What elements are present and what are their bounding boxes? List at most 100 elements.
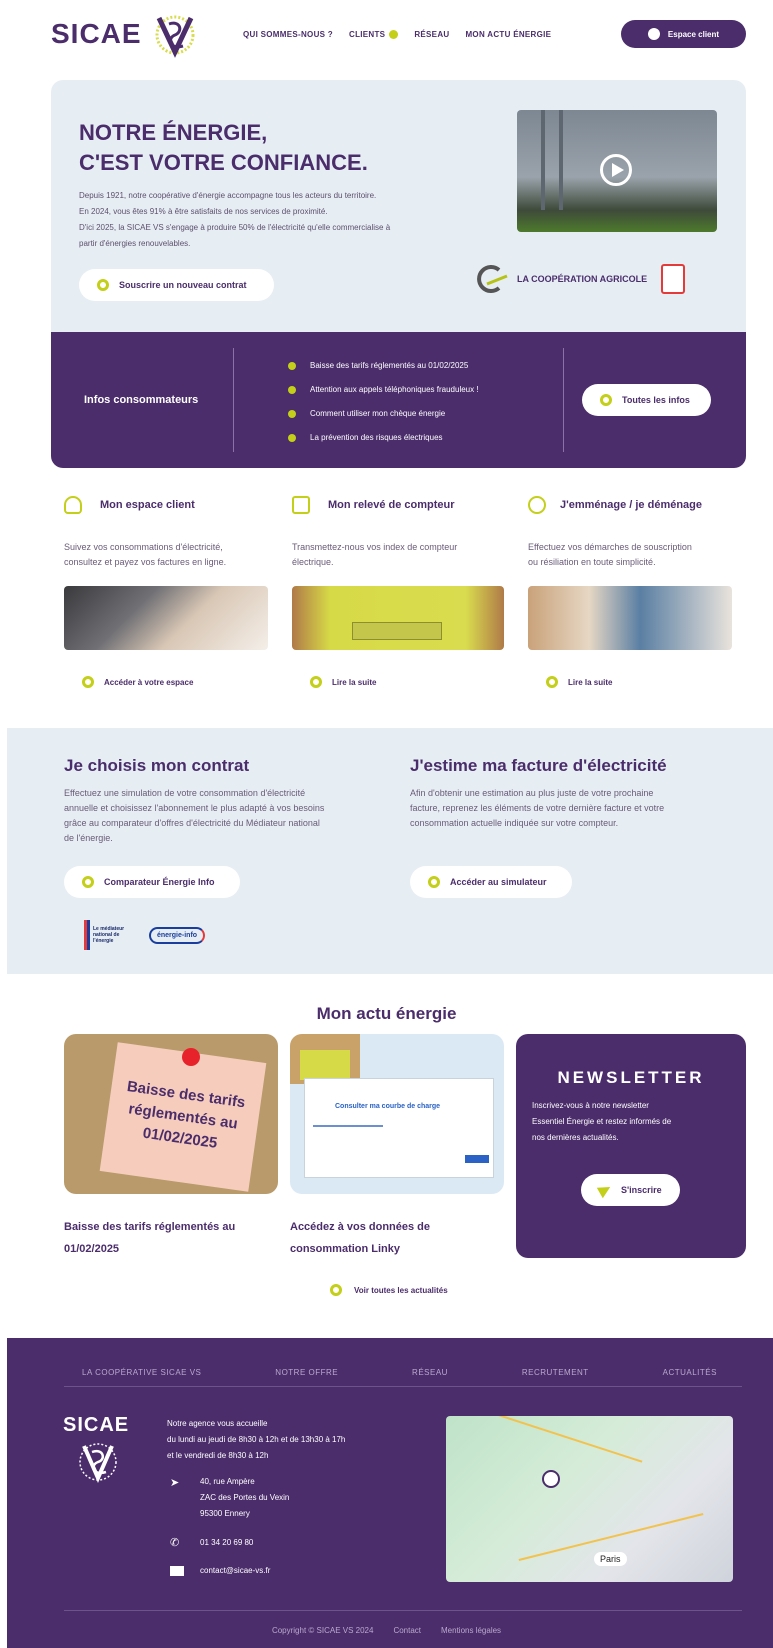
chevron-down-icon[interactable] — [389, 30, 399, 39]
news-title-tarifs[interactable]: Baisse des tarifs réglementés au 01/02/2… — [64, 1216, 235, 1260]
card-link[interactable]: Lire la suite — [546, 676, 612, 688]
footer-email[interactable]: contact@sicae-vs.fr — [200, 1566, 270, 1575]
play-icon[interactable] — [600, 154, 632, 186]
info-link[interactable]: Comment utiliser mon chèque énergie — [310, 402, 445, 426]
contract-text-line: annuelle et choisissez l'abonnement le p… — [64, 803, 325, 813]
card-link-label: Lire la suite — [332, 677, 377, 687]
main-nav: QUI SOMMES-NOUS ? CLIENTS RÉSEAU MON ACT… — [243, 30, 551, 39]
footer-nav-actualites[interactable]: ACTUALITÉS — [663, 1368, 717, 1377]
news-title-linky[interactable]: Accédez à vos données de consommation Li… — [290, 1216, 430, 1260]
address-line: 40, rue Ampère — [200, 1477, 255, 1486]
toutes-infos-button[interactable]: Toutes les infos — [582, 384, 711, 416]
hours-line: du lundi au jeudi de 8h30 à 12h et de 13… — [167, 1435, 346, 1444]
simulateur-button[interactable]: Accéder au simulateur — [410, 866, 572, 898]
footer-nav-reseau[interactable]: RÉSEAU — [412, 1368, 448, 1377]
contract-text-line: grâce au comparateur d'offres d'électric… — [64, 818, 320, 828]
sticky-note: Baisse des tarifs réglementés au 01/02/2… — [99, 1042, 267, 1192]
map[interactable]: Paris — [446, 1416, 733, 1582]
sinscrire-button[interactable]: S'inscrire — [581, 1174, 680, 1206]
info-link[interactable]: Baisse des tarifs réglementés au 01/02/2… — [310, 354, 468, 378]
nav-qui-sommes-nous[interactable]: QUI SOMMES-NOUS ? — [243, 30, 333, 39]
hero-video[interactable] — [517, 110, 717, 232]
card-title[interactable]: Mon relevé de compteur — [328, 499, 455, 511]
plus-circle-icon — [600, 394, 612, 406]
info-link[interactable]: La prévention des risques électriques — [310, 426, 443, 450]
phone-icon: ✆ — [170, 1537, 180, 1549]
mail-icon — [170, 1566, 184, 1576]
nav-reseau[interactable]: RÉSEAU — [414, 30, 449, 39]
card-text-line: Suivez vos consommations d'électricité, — [64, 542, 223, 552]
divider — [64, 1610, 742, 1611]
all-news-link[interactable]: Voir toutes les actualités — [330, 1284, 448, 1296]
meter-photo — [292, 586, 504, 650]
contract-text: Effectuez une simulation de votre consom… — [64, 786, 384, 846]
card-title[interactable]: Mon espace client — [100, 499, 195, 511]
card-link[interactable]: Accéder à votre espace — [82, 676, 193, 688]
map-label: Paris — [594, 1552, 627, 1566]
bullet-icon — [288, 362, 296, 370]
infos-list: Baisse des tarifs réglementés au 01/02/2… — [288, 354, 479, 450]
estimate-title: J'estime ma facture d'électricité — [410, 756, 667, 775]
newsletter-text: Inscrivez-vous à notre newsletter Essent… — [532, 1098, 671, 1146]
estimate-text-line: consommation actuelle indiquée sur votre… — [410, 818, 619, 828]
footer-logo-emblem-icon — [76, 1440, 120, 1484]
hero-title-line1: NOTRE ÉNERGIE, — [79, 120, 268, 145]
hero-text: Depuis 1921, notre coopérative d'énergie… — [79, 188, 489, 252]
footer-logo[interactable]: SICAE — [63, 1414, 129, 1437]
news-title-line: Accédez à vos données de — [290, 1221, 430, 1233]
newsletter-text-line: Inscrivez-vous à notre newsletter — [532, 1101, 649, 1110]
footer-nav-cooperative[interactable]: LA COOPÉRATIVE SICAE VS — [82, 1368, 201, 1377]
badge-icon — [661, 264, 686, 294]
contract-text-line: Effectuez une simulation de votre consom… — [64, 788, 306, 798]
location-icon: ➤ — [170, 1477, 180, 1489]
news-title-line: Baisse des tarifs réglementés au — [64, 1221, 236, 1233]
comparateur-label: Comparateur Énergie Info — [104, 877, 215, 887]
nav-mon-actu-energie[interactable]: MON ACTU ÉNERGIE — [465, 30, 551, 39]
news-image-tarifs[interactable]: Baisse des tarifs réglementés au 01/02/2… — [64, 1034, 278, 1194]
footer-nav: LA COOPÉRATIVE SICAE VS NOTRE OFFRE RÉSE… — [82, 1368, 717, 1377]
card-text-line: ou résiliation en toute simplicité. — [528, 557, 656, 567]
newsletter-title: NEWSLETTER — [557, 1068, 705, 1087]
divider — [563, 348, 564, 452]
hero-title: NOTRE ÉNERGIE, C'EST VOTRE CONFIANCE. — [79, 118, 368, 178]
copyright: Copyright © SICAE VS 2024 — [271, 1626, 374, 1635]
list-item[interactable]: Comment utiliser mon chèque énergie — [288, 402, 479, 426]
card-espace-client-header: Mon espace client — [64, 496, 195, 514]
legal-link[interactable]: Mentions légales — [441, 1626, 501, 1635]
partner-name: LA COOPÉRATION AGRICOLE — [517, 274, 648, 284]
estimate-text-line: facture, reprenez les éléments de votre … — [410, 803, 665, 813]
footer-nav-offre[interactable]: NOTRE OFFRE — [275, 1368, 338, 1377]
user-icon — [64, 496, 82, 514]
contact-link[interactable]: Contact — [393, 1626, 421, 1635]
info-link[interactable]: Attention aux appels téléphoniques fraud… — [310, 378, 479, 402]
mediateur-logo: Le médiateur national de l'énergie — [84, 920, 141, 950]
logo-emblem-icon[interactable] — [153, 12, 197, 58]
card-title[interactable]: J'emménage / je déménage — [560, 499, 702, 511]
card-demenage-header: J'emménage / je déménage — [528, 496, 702, 514]
card-link[interactable]: Lire la suite — [310, 676, 376, 688]
card-releve-header: Mon relevé de compteur — [292, 496, 455, 514]
footer-phone[interactable]: 01 34 20 69 80 — [200, 1538, 253, 1547]
comparateur-button[interactable]: Comparateur Énergie Info — [64, 866, 240, 898]
hero-title-line2: C'EST VOTRE CONFIANCE. — [79, 150, 368, 175]
list-item[interactable]: Baisse des tarifs réglementés au 01/02/2… — [288, 354, 479, 378]
news-heading: Mon actu énergie — [316, 1004, 457, 1023]
subscribe-button[interactable]: Souscrire un nouveau contrat — [79, 269, 274, 301]
logo-text[interactable]: SICAE — [51, 18, 142, 50]
simulateur-label: Accéder au simulateur — [450, 877, 547, 887]
hours-line: Notre agence vous accueille — [167, 1419, 268, 1428]
card-text: Transmettez-nous vos index de compteur é… — [292, 540, 457, 570]
hero-text-line: Depuis 1921, notre coopérative d'énergie… — [79, 191, 377, 200]
nav-clients[interactable]: CLIENTS — [349, 30, 385, 39]
list-item[interactable]: Attention aux appels téléphoniques fraud… — [288, 378, 479, 402]
news-image-linky[interactable]: Consulter ma courbe de charge — [290, 1034, 504, 1194]
footer-nav-recrutement[interactable]: RECRUTEMENT — [522, 1368, 589, 1377]
card-text-line: électrique. — [292, 557, 334, 567]
plus-circle-icon — [428, 876, 440, 888]
list-item[interactable]: La prévention des risques électriques — [288, 426, 479, 450]
estimate-text: Afin d'obtenir une estimation au plus ju… — [410, 786, 730, 831]
bullet-icon — [288, 434, 296, 442]
sinscrire-label: S'inscrire — [621, 1185, 662, 1195]
espace-client-button[interactable]: Espace client — [621, 20, 746, 48]
plus-circle-icon — [82, 676, 94, 688]
